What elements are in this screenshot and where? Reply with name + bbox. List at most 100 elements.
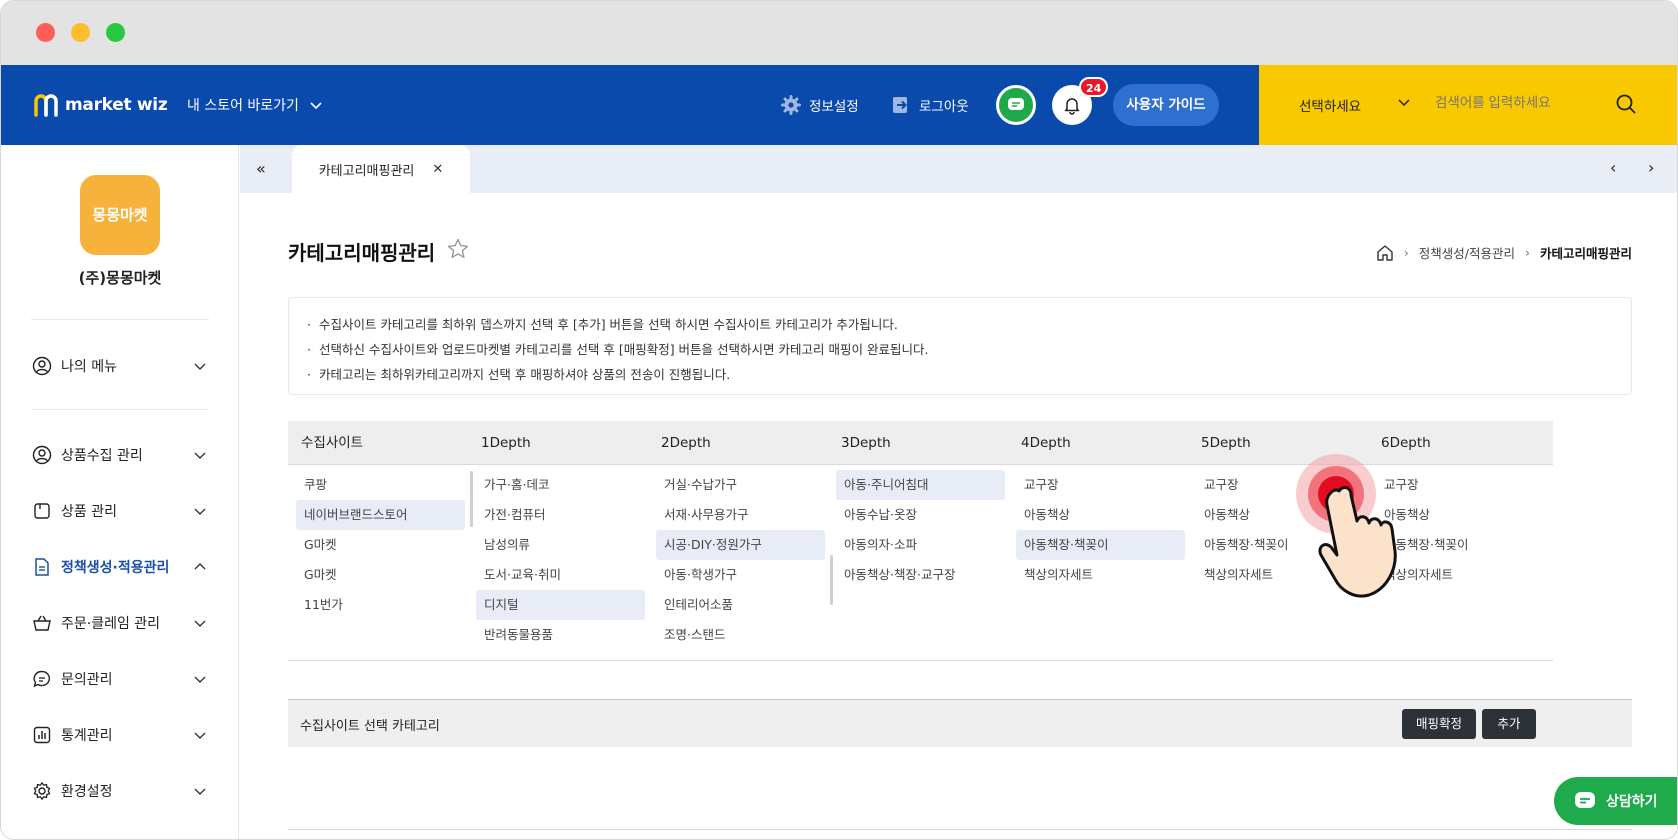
sidebar-item-settings[interactable]: 환경설정 — [31, 777, 207, 805]
window-titlebar — [1, 1, 1677, 65]
list-item[interactable]: 가전·컴퓨터 — [476, 500, 645, 530]
list-item[interactable]: 교구장 — [1376, 470, 1545, 500]
breadcrumb-item[interactable]: 정책생성/적용관리 — [1419, 243, 1515, 262]
top-navigation: market wiz 내 스토어 바로가기 정보설정 로그아웃 24 사용자 가… — [1, 65, 1677, 145]
chat-icon — [1008, 98, 1024, 110]
tab-bar: « 카테고리매핑관리 ✕ ‹ › — [240, 145, 1677, 193]
bar-chart-icon — [31, 724, 53, 746]
list-item[interactable]: 조명·스탠드 — [656, 620, 825, 650]
sidebar-item-label: 상품수집 관리 — [61, 448, 143, 464]
list-item[interactable]: 책상의자세트 — [1016, 560, 1185, 590]
list-item[interactable]: 교구장 — [1196, 470, 1365, 500]
list-item[interactable]: 인테리어소품 — [656, 590, 825, 620]
search-category-select[interactable]: 선택하세요 — [1299, 95, 1361, 115]
list-item-selected[interactable]: 아동·주니어침대 — [836, 470, 1005, 500]
close-window-button[interactable] — [36, 23, 55, 42]
list-item[interactable]: 아동책장·책꽂이 — [1196, 530, 1365, 560]
list-item[interactable]: 거실·수납가구 — [656, 470, 825, 500]
home-icon[interactable] — [1376, 244, 1394, 262]
chevron-down-icon — [194, 620, 206, 627]
sidebar-item-orders[interactable]: 주문·클레임 관리 — [31, 609, 207, 637]
chat-bubble-icon — [31, 668, 53, 690]
collapse-sidebar-icon[interactable]: « — [256, 159, 266, 178]
list-item[interactable]: G마켓 — [296, 530, 465, 560]
main-content: 카테고리매핑관리 › 정책생성/적용관리 › 카테고리매핑관리 수집사이트 카테… — [240, 193, 1677, 839]
consult-button[interactable]: 상담하기 — [1554, 777, 1677, 825]
sidebar: 몽몽마켓 (주)몽몽마켓 나의 메뉴 상품수집 관리 상품 관리 정책생성·적용… — [1, 145, 239, 839]
list-item[interactable]: 아동의자·소파 — [836, 530, 1005, 560]
settings-label: 정보설정 — [809, 99, 859, 115]
sidebar-item-product-management[interactable]: 상품 관리 — [31, 497, 207, 525]
list-item[interactable]: 남성의류 — [476, 530, 645, 560]
breadcrumb-separator: › — [1524, 245, 1530, 260]
minimize-window-button[interactable] — [71, 23, 90, 42]
list-item-selected[interactable]: 네이버브랜드스토어 — [296, 500, 465, 530]
list-item[interactable]: 가구·홈·데코 — [476, 470, 645, 500]
store-link-dropdown[interactable]: 내 스토어 바로가기 — [187, 95, 323, 115]
sidebar-item-label: 상품 관리 — [61, 504, 117, 520]
list-item[interactable]: 아동책상 — [1196, 500, 1365, 530]
list-item[interactable]: 아동책상 — [1016, 500, 1185, 530]
confirm-mapping-button[interactable]: 매핑확정 — [1402, 709, 1476, 739]
logo-text: market wiz — [65, 95, 168, 115]
tab-category-mapping[interactable]: 카테고리매핑관리 ✕ — [292, 145, 470, 193]
column-header: 1Depth — [468, 421, 653, 465]
chevron-down-icon — [194, 363, 206, 370]
list-item[interactable]: 아동책상 — [1376, 500, 1545, 530]
messenger-button[interactable] — [996, 85, 1036, 125]
chevron-down-icon — [194, 788, 206, 795]
maximize-window-button[interactable] — [106, 23, 125, 42]
user-guide-button[interactable]: 사용자 가이드 — [1113, 84, 1219, 126]
marketwiz-logo-icon — [34, 94, 58, 117]
list-item[interactable]: 서재·사무용가구 — [656, 500, 825, 530]
sidebar-item-inquiries[interactable]: 문의관리 — [31, 665, 207, 693]
list-item[interactable]: 쿠팡 — [296, 470, 465, 500]
list-item[interactable]: 아동수납·옷장 — [836, 500, 1005, 530]
list-item[interactable]: 책상의자세트 — [1376, 560, 1545, 590]
list-item[interactable]: 교구장 — [1016, 470, 1185, 500]
list-item[interactable]: 반려동물용품 — [476, 620, 645, 650]
list-item[interactable]: 도서·교육·취미 — [476, 560, 645, 590]
logo[interactable]: market wiz — [33, 93, 168, 117]
chevron-right-icon[interactable]: › — [1648, 158, 1654, 177]
sidebar-divider — [31, 409, 209, 410]
sidebar-item-statistics[interactable]: 통계관리 — [31, 721, 207, 749]
sidebar-item-label: 통계관리 — [61, 728, 113, 744]
logout-link[interactable]: 로그아웃 — [891, 95, 969, 115]
search-icon[interactable] — [1615, 93, 1637, 115]
close-icon[interactable]: ✕ — [432, 162, 443, 177]
chevron-down-icon — [310, 102, 322, 110]
column-list: 교구장 아동책상 아동책장·책꽂이 책상의자세트 — [1008, 465, 1193, 661]
notice-item: 카테고리는 최하위카테고리까지 선택 후 매핑하셔야 상품의 전송이 진행됩니다… — [307, 362, 1613, 387]
add-button[interactable]: 추가 — [1482, 709, 1536, 739]
column-depth6: 6Depth 교구장 아동책상 아동책장·책꽂이 책상의자세트 — [1368, 421, 1553, 661]
list-item-selected[interactable]: 디지털 — [476, 590, 645, 620]
sidebar-item-my-menu[interactable]: 나의 메뉴 — [31, 352, 207, 380]
chevron-down-icon — [194, 732, 206, 739]
chat-icon — [1575, 792, 1595, 808]
star-icon[interactable] — [446, 237, 470, 261]
chevron-down-icon[interactable] — [1397, 95, 1411, 109]
column-header: 5Depth — [1188, 421, 1373, 465]
chevron-left-icon[interactable]: ‹ — [1610, 158, 1616, 177]
column-site: 수집사이트 쿠팡 네이버브랜드스토어 G마켓 G마켓 11번가 — [288, 421, 473, 661]
list-item[interactable]: 아동·학생가구 — [656, 560, 825, 590]
column-list: 가구·홈·데코 가전·컴퓨터 남성의류 도서·교육·취미 디지털 반려동물용품 — [468, 465, 653, 661]
column-list: 아동·주니어침대 아동수납·옷장 아동의자·소파 아동책상·책장·교구장 — [828, 465, 1013, 661]
list-item[interactable]: G마켓 — [296, 560, 465, 590]
list-item[interactable]: 아동책상·책장·교구장 — [836, 560, 1005, 590]
sidebar-item-product-collection[interactable]: 상품수집 관리 — [31, 441, 207, 469]
sidebar-item-policy[interactable]: 정책생성·적용관리 — [31, 553, 207, 581]
brand-logo: 몽몽마켓 — [80, 175, 160, 255]
list-item[interactable]: 아동책장·책꽂이 — [1376, 530, 1545, 560]
column-list: 쿠팡 네이버브랜드스토어 G마켓 G마켓 11번가 — [288, 465, 473, 661]
list-item[interactable]: 11번가 — [296, 590, 465, 620]
list-item-selected[interactable]: 시공·DIY·정원가구 — [656, 530, 825, 560]
list-item-selected[interactable]: 아동책장·책꽂이 — [1016, 530, 1185, 560]
list-item[interactable]: 책상의자세트 — [1196, 560, 1365, 590]
column-list: 거실·수납가구 서재·사무용가구 시공·DIY·정원가구 아동·학생가구 인테리… — [648, 465, 833, 661]
search-input[interactable] — [1435, 95, 1615, 110]
column-list: 교구장 아동책상 아동책장·책꽂이 책상의자세트 — [1368, 465, 1553, 661]
settings-link[interactable]: 정보설정 — [781, 95, 859, 115]
sidebar-item-label: 주문·클레임 관리 — [61, 616, 161, 632]
